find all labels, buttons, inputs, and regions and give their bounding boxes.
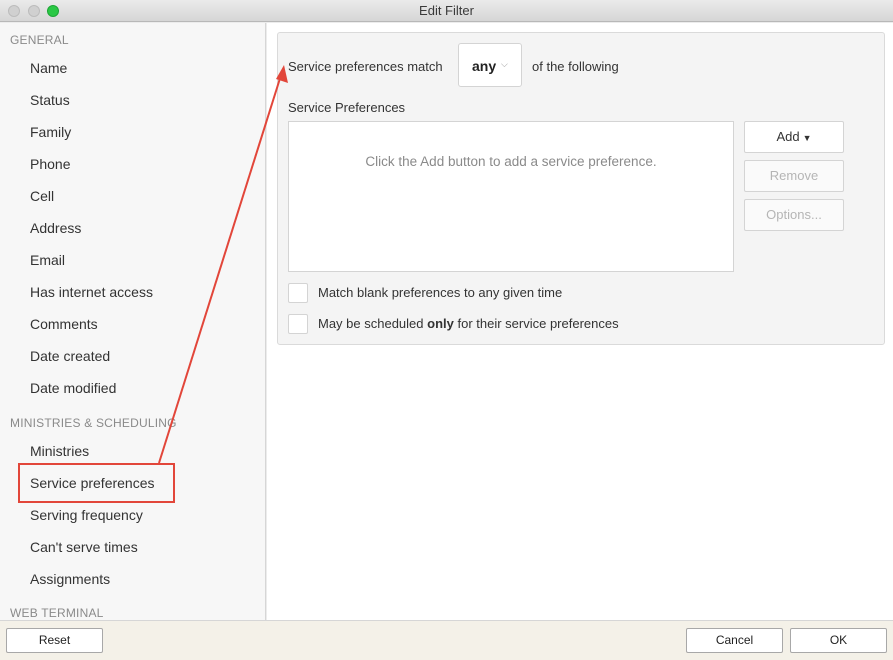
match-select-value: any [472,58,497,74]
sidebar-item-address[interactable]: Address [30,220,81,236]
sidebar-item-email[interactable]: Email [30,252,65,268]
sidebar-item-status[interactable]: Status [30,92,70,108]
sidebar-item-service-preferences[interactable]: Service preferences [30,475,155,491]
section-header-general: GENERAL [10,33,69,47]
sidebar-item-assignments[interactable]: Assignments [30,571,110,587]
sidebar: GENERAL Name Status Family Phone Cell Ad… [0,23,266,620]
sidebar-item-name[interactable]: Name [30,60,67,76]
sidebar-item-serving-frequency[interactable]: Serving frequency [30,507,143,523]
match-label: Service preferences match [288,59,443,74]
sidebar-item-comments[interactable]: Comments [30,316,98,332]
sidebar-item-ministries[interactable]: Ministries [30,443,89,459]
title-bar: Edit Filter [0,0,893,22]
scheduled-only-label-after: for their service preferences [453,316,619,331]
filter-card: Service preferences match any ⌵ of the f… [277,32,885,345]
scheduled-only-checkbox[interactable] [288,314,308,334]
sidebar-item-has-internet-access[interactable]: Has internet access [30,284,153,300]
service-preferences-list[interactable]: Click the Add button to add a service pr… [288,121,734,272]
empty-list-message: Click the Add button to add a service pr… [365,154,657,169]
window-title: Edit Filter [419,3,474,18]
section-header-web-terminal: WEB TERMINAL [10,606,104,620]
ok-button[interactable]: OK [790,628,887,653]
scheduled-only-label-before: May be scheduled [318,316,428,331]
following-label: of the following [532,59,619,74]
reset-button[interactable]: Reset [6,628,103,653]
sidebar-item-family[interactable]: Family [30,124,71,140]
sidebar-item-phone[interactable]: Phone [30,156,70,172]
chevron-down-icon: ⌵ [501,59,508,69]
sidebar-item-date-created[interactable]: Date created [30,348,110,364]
match-blank-label: Match blank preferences to any given tim… [318,285,563,300]
match-select[interactable]: any ⌵ [458,43,522,87]
add-button-label: Add [776,129,800,144]
sidebar-item-date-modified[interactable]: Date modified [30,380,116,396]
options-button[interactable]: Options... [744,199,844,231]
bottom-bar: Reset Cancel OK [0,620,893,660]
sidebar-item-cell[interactable]: Cell [30,188,54,204]
service-preferences-title: Service Preferences [288,100,406,115]
section-header-ministries-scheduling: MINISTRIES & SCHEDULING [10,416,177,430]
sidebar-item-cant-serve-times[interactable]: Can't serve times [30,539,138,555]
main-panel: Service preferences match any ⌵ of the f… [267,23,893,620]
scheduled-only-label-bold: only [427,316,454,331]
add-button[interactable]: Add ▼ [744,121,844,153]
scheduled-only-label: May be scheduled only for their service … [318,316,619,331]
cancel-button[interactable]: Cancel [686,628,783,653]
match-blank-checkbox[interactable] [288,283,308,303]
caret-down-icon: ▼ [802,133,812,143]
remove-button[interactable]: Remove [744,160,844,192]
